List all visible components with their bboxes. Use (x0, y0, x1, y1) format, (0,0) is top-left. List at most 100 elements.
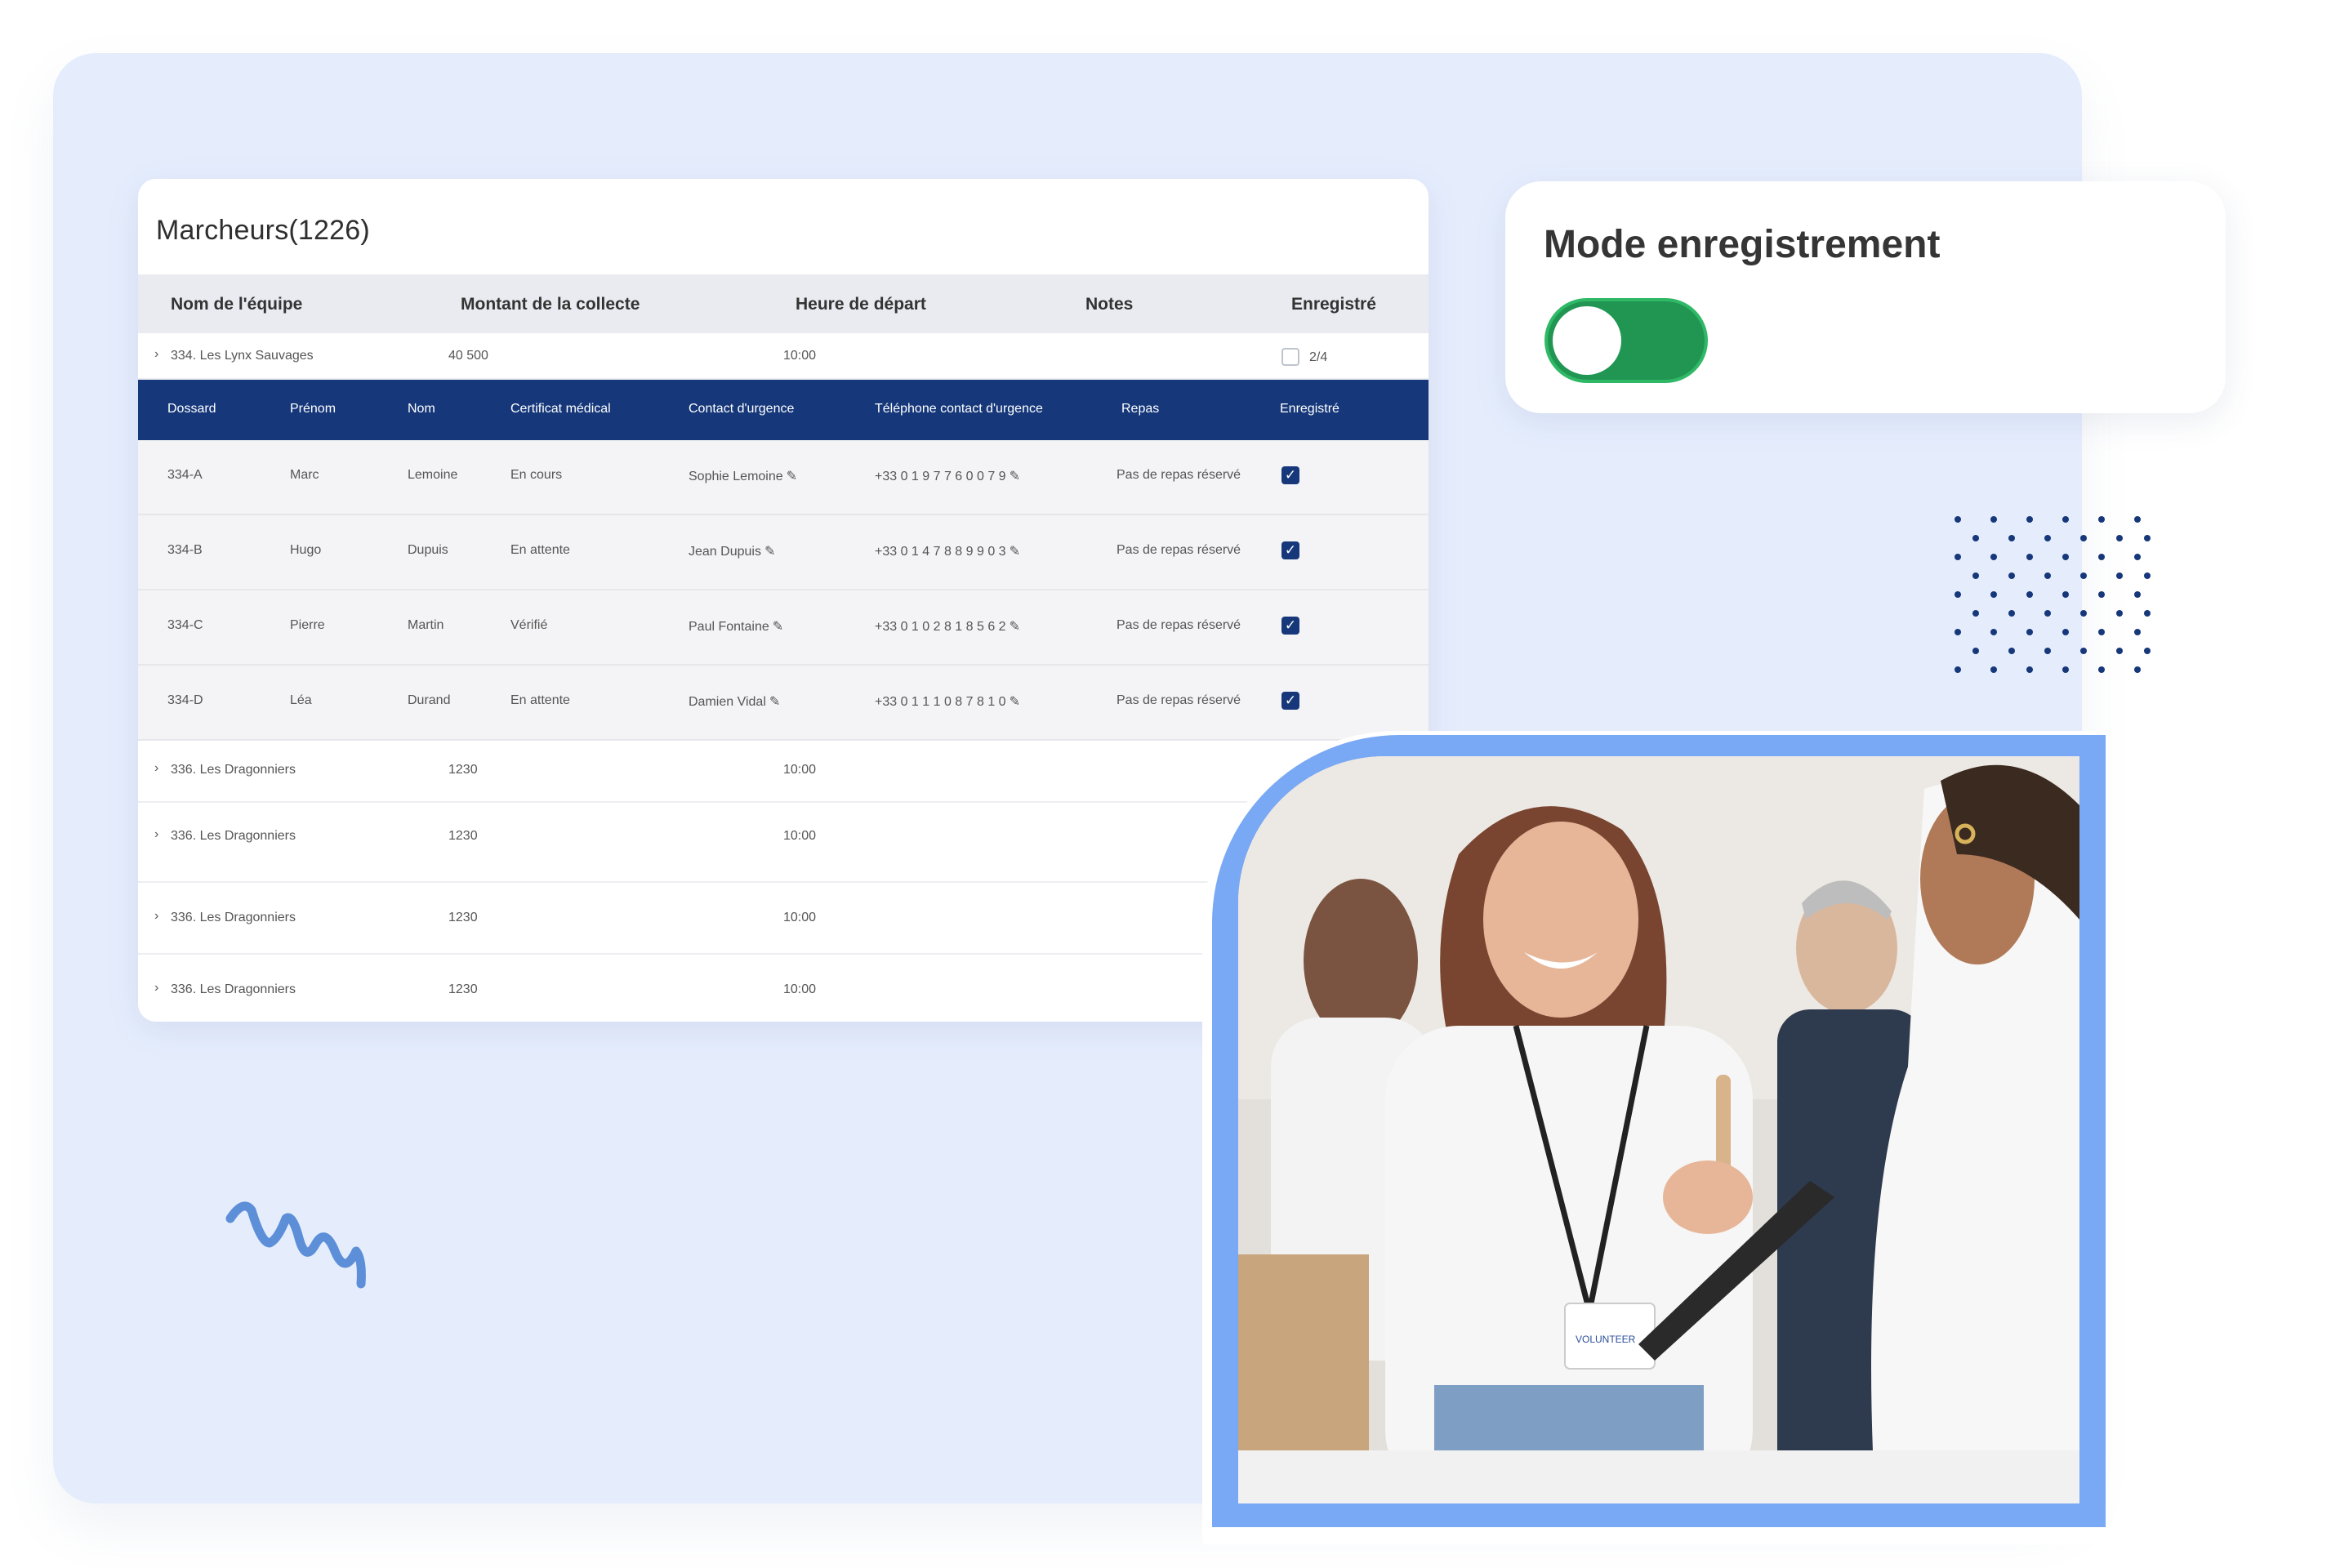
pencil-icon[interactable]: ✎ (764, 545, 775, 559)
walker-row[interactable]: 334-A Marc Lemoine En cours Sophie Lemoi… (138, 440, 1429, 515)
team-time: 10:00 (783, 349, 817, 363)
pencil-icon[interactable]: ✎ (787, 470, 797, 483)
pencil-icon[interactable]: ✎ (1010, 620, 1020, 634)
walker-checkbox[interactable]: ✓ (1281, 692, 1299, 710)
team-amount: 1230 (448, 911, 478, 924)
walker-first-name: Marc (290, 468, 319, 482)
walker-cert: En attente (510, 693, 570, 707)
walker-checkbox[interactable]: ✓ (1281, 466, 1299, 484)
registration-mode-toggle[interactable] (1544, 298, 1708, 383)
walker-meal: Pas de repas réservé (1117, 543, 1241, 557)
walker-phone-number: +33 0 1 9 7 7 6 0 0 7 9 (875, 470, 1006, 483)
team-time: 10:00 (783, 911, 817, 924)
team-name: 336. Les Dragonniers (171, 763, 296, 777)
registration-mode-title: Mode enregistrement (1544, 223, 1941, 266)
walker-phone[interactable]: +33 0 1 4 7 8 8 9 9 0 3 ✎ (875, 543, 1020, 559)
team-checkbox[interactable] (1281, 348, 1299, 366)
walker-meal: Pas de repas réservé (1117, 618, 1241, 632)
team-amount: 1230 (448, 982, 478, 996)
table-title: Marcheurs(1226) (156, 215, 370, 246)
walker-checkbox[interactable]: ✓ (1281, 617, 1299, 635)
walker-phone[interactable]: +33 0 1 9 7 7 6 0 0 7 9 ✎ (875, 468, 1020, 484)
team-amount: 1230 (448, 829, 478, 843)
walker-first-name: Hugo (290, 543, 322, 557)
walker-contact[interactable]: Damien Vidal ✎ (689, 693, 780, 710)
walker-contact-name: Damien Vidal (689, 695, 766, 709)
chevron-right-icon[interactable]: › (154, 981, 158, 996)
walker-last-name: Martin (408, 618, 444, 632)
col-team-name[interactable]: Nom de l'équipe (171, 295, 302, 314)
sub-col-medical-cert[interactable]: Certificat médical (510, 402, 611, 416)
registration-mode-card: Mode enregistrement (1505, 181, 2226, 413)
sub-col-first-name[interactable]: Prénom (290, 402, 336, 416)
pencil-icon[interactable]: ✎ (773, 620, 783, 634)
pencil-icon[interactable]: ✎ (1010, 470, 1020, 483)
pencil-icon[interactable]: ✎ (1010, 695, 1020, 709)
walker-meal: Pas de repas réservé (1117, 468, 1241, 482)
sub-col-meal[interactable]: Repas (1121, 402, 1159, 416)
team-name: 336. Les Dragonniers (171, 829, 296, 843)
walker-cert: En attente (510, 543, 570, 557)
sub-col-emergency-contact[interactable]: Contact d'urgence (689, 402, 794, 416)
volunteer-badge-text: VOLUNTEER (1576, 1334, 1636, 1345)
decorative-dots (1955, 516, 2151, 688)
walker-last-name: Durand (408, 693, 451, 707)
walker-bib: 334-D (167, 693, 203, 707)
team-name: 336. Les Dragonniers (171, 982, 296, 996)
team-row[interactable]: › 336. Les Dragonniers 1230 10:00 (138, 741, 1429, 803)
sub-col-bib[interactable]: Dossard (167, 402, 216, 416)
team-row[interactable]: › 334. Les Lynx Sauvages 40 500 10:00 2/… (138, 333, 1429, 380)
walker-row[interactable]: 334-C Pierre Martin Vérifié Paul Fontain… (138, 590, 1429, 666)
team-amount: 40 500 (448, 349, 488, 363)
team-time: 10:00 (783, 982, 817, 996)
walker-cert: Vérifié (510, 618, 548, 632)
pencil-icon[interactable]: ✎ (769, 695, 780, 709)
team-name: 336. Les Dragonniers (171, 911, 296, 924)
team-registered-count: 2/4 (1309, 350, 1328, 364)
col-notes[interactable]: Notes (1085, 295, 1133, 314)
volunteer-illustration: VOLUNTEER (1238, 756, 2079, 1503)
walker-phone-number: +33 0 1 4 7 8 8 9 9 0 3 (875, 545, 1006, 559)
pencil-icon[interactable]: ✎ (1010, 545, 1020, 559)
walker-row[interactable]: 334-D Léa Durand En attente Damien Vidal… (138, 666, 1429, 741)
chevron-right-icon[interactable]: › (154, 827, 158, 842)
volunteer-photo: VOLUNTEER (1238, 756, 2079, 1503)
sub-col-registered[interactable]: Enregistré (1280, 402, 1339, 416)
toggle-knob (1553, 306, 1621, 375)
walker-contact-name: Sophie Lemoine (689, 470, 783, 483)
col-registered[interactable]: Enregistré (1291, 295, 1376, 314)
chevron-right-icon[interactable]: › (154, 909, 158, 924)
sub-col-emergency-phone[interactable]: Téléphone contact d'urgence (875, 402, 1043, 416)
walker-phone-number: +33 0 1 0 2 8 1 8 5 6 2 (875, 620, 1006, 634)
walker-meal: Pas de repas réservé (1117, 693, 1241, 707)
chevron-down-icon[interactable]: › (154, 347, 158, 362)
col-amount[interactable]: Montant de la collecte (461, 295, 640, 314)
col-start-time[interactable]: Heure de départ (796, 295, 926, 314)
table-header: Nom de l'équipe Montant de la collecte H… (138, 274, 1429, 333)
sub-col-last-name[interactable]: Nom (408, 402, 435, 416)
walker-phone-number: +33 0 1 1 1 0 8 7 8 1 0 (875, 695, 1006, 709)
walker-cert: En cours (510, 468, 563, 482)
walker-phone[interactable]: +33 0 1 0 2 8 1 8 5 6 2 ✎ (875, 618, 1020, 635)
walker-last-name: Lemoine (408, 468, 458, 482)
walker-contact[interactable]: Paul Fontaine ✎ (689, 618, 783, 635)
walker-checkbox[interactable]: ✓ (1281, 541, 1299, 559)
walker-phone[interactable]: +33 0 1 1 1 0 8 7 8 1 0 ✎ (875, 693, 1020, 710)
walker-first-name: Léa (290, 693, 312, 707)
walker-contact[interactable]: Jean Dupuis ✎ (689, 543, 775, 559)
walker-first-name: Pierre (290, 618, 325, 632)
walker-bib: 334-A (167, 468, 203, 482)
team-name: 334. Les Lynx Sauvages (171, 349, 314, 363)
team-time: 10:00 (783, 763, 817, 777)
team-time: 10:00 (783, 829, 817, 843)
walker-last-name: Dupuis (408, 543, 448, 557)
walker-bib: 334-C (167, 618, 203, 632)
walker-contact[interactable]: Sophie Lemoine ✎ (689, 468, 797, 484)
walker-bib: 334-B (167, 543, 203, 557)
walkers-subtable-header: Dossard Prénom Nom Certificat médical Co… (138, 380, 1429, 440)
chevron-right-icon[interactable]: › (154, 761, 158, 776)
team-amount: 1230 (448, 763, 478, 777)
walker-contact-name: Jean Dupuis (689, 545, 761, 559)
walker-row[interactable]: 334-B Hugo Dupuis En attente Jean Dupuis… (138, 515, 1429, 590)
walker-contact-name: Paul Fontaine (689, 620, 769, 634)
